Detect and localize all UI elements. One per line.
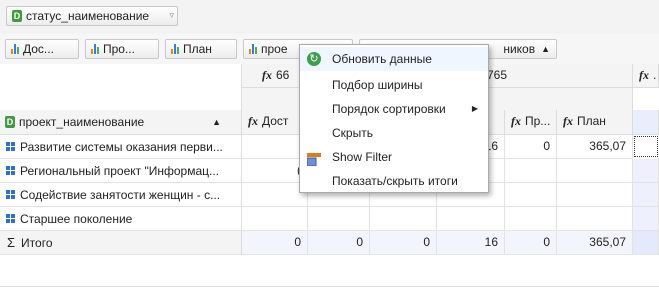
submenu-arrow-icon: ▶ <box>471 104 478 113</box>
cell[interactable] <box>505 207 557 231</box>
column-field-prognoz[interactable]: Про... <box>85 39 159 59</box>
filter-icon <box>306 150 321 167</box>
table-row[interactable]: Старшее поколение <box>0 207 659 231</box>
status-field-chip[interactable]: D статус_наименование ▿ <box>6 6 178 26</box>
total-cell[interactable]: 0 <box>505 231 557 255</box>
cell[interactable] <box>633 159 659 183</box>
totals-row[interactable]: Σ Итого 0 0 0 16 0 365,07 <box>0 231 659 255</box>
cell[interactable] <box>505 183 557 207</box>
row-label[interactable]: Развитие системы оказания перви... <box>0 135 242 159</box>
selected-cell[interactable] <box>634 136 658 157</box>
menu-item-toggle-totals[interactable]: Показать/скрыть итоги <box>300 169 488 193</box>
fx-icon: fx <box>639 68 649 82</box>
row-field-header[interactable]: D проект_наименование ▲ <box>0 110 242 135</box>
row-label[interactable]: Региональный проект "Информац... <box>0 159 242 183</box>
column-field-plan[interactable]: План <box>165 39 237 59</box>
total-cell[interactable]: 365,07 <box>557 231 633 255</box>
sum-icon: Σ <box>7 235 16 250</box>
cell[interactable] <box>557 207 633 231</box>
dimension-member-icon <box>6 166 15 175</box>
total-cell[interactable]: 0 <box>308 231 370 255</box>
field-icon: D <box>5 116 15 128</box>
measure-icon <box>11 44 19 54</box>
menu-item-hide[interactable]: Скрыть <box>300 121 488 145</box>
pivot-corner <box>0 64 242 110</box>
fx-icon: fx <box>262 68 272 82</box>
row-field-label: проект_наименование <box>19 115 145 129</box>
row-label[interactable]: Старшее поколение <box>0 207 242 231</box>
totals-label: Σ Итого <box>0 231 242 255</box>
cell[interactable]: 0 <box>505 135 557 159</box>
column-field-dostignuto[interactable]: Дос... <box>5 39 79 59</box>
total-cell[interactable]: 16 <box>437 231 505 255</box>
total-cell[interactable] <box>633 231 659 255</box>
menu-item-sort-order[interactable]: Порядок сортировки ▶ <box>300 97 488 121</box>
menu-item-autofit-width[interactable]: Подбор ширины <box>300 73 488 97</box>
status-field-label: статус_наименование <box>26 9 150 23</box>
row-label[interactable]: Содействие занятости женщин - с... <box>0 183 242 207</box>
dimension-member-icon <box>6 214 15 223</box>
cell[interactable]: 365,07 <box>557 135 633 159</box>
fx-icon: fx <box>563 114 573 128</box>
fx-icon: fx <box>248 114 258 128</box>
measure-icon <box>249 44 257 54</box>
menu-item-show-filter[interactable]: Show Filter <box>300 145 488 169</box>
cell[interactable] <box>633 183 659 207</box>
cell[interactable] <box>437 207 505 231</box>
filter-area: D статус_наименование ▿ <box>0 0 659 35</box>
measure-header-partial <box>633 110 659 135</box>
measure-header-plan[interactable]: fx План <box>557 110 633 135</box>
cell[interactable] <box>557 183 633 207</box>
fx-icon: fx <box>511 114 521 128</box>
measure-icon <box>91 44 99 54</box>
cell[interactable] <box>633 207 659 231</box>
cell[interactable] <box>370 207 437 231</box>
menu-item-refresh[interactable]: ↻ Обновить данные <box>300 47 488 71</box>
cell[interactable] <box>505 159 557 183</box>
cell[interactable] <box>242 207 308 231</box>
dimension-member-icon <box>6 142 15 151</box>
measure-header-prognoz[interactable]: fx Пр... <box>505 110 557 135</box>
measure-icon <box>171 44 179 54</box>
total-cell[interactable]: 0 <box>242 231 308 255</box>
refresh-icon: ↻ <box>307 52 321 66</box>
filter-funnel-icon[interactable]: ▿ <box>169 10 174 21</box>
cell[interactable] <box>308 207 370 231</box>
context-menu: ↻ Обновить данные Подбор ширины Порядок … <box>299 44 489 193</box>
field-icon: D <box>12 10 22 22</box>
dimension-member-icon <box>6 190 15 199</box>
sort-asc-icon: ▲ <box>212 117 221 127</box>
total-cell[interactable]: 0 <box>370 231 437 255</box>
cell[interactable] <box>557 159 633 183</box>
sort-asc-icon: ▲ <box>541 44 550 54</box>
column-group-header-3[interactable]: fx. <box>633 64 659 88</box>
